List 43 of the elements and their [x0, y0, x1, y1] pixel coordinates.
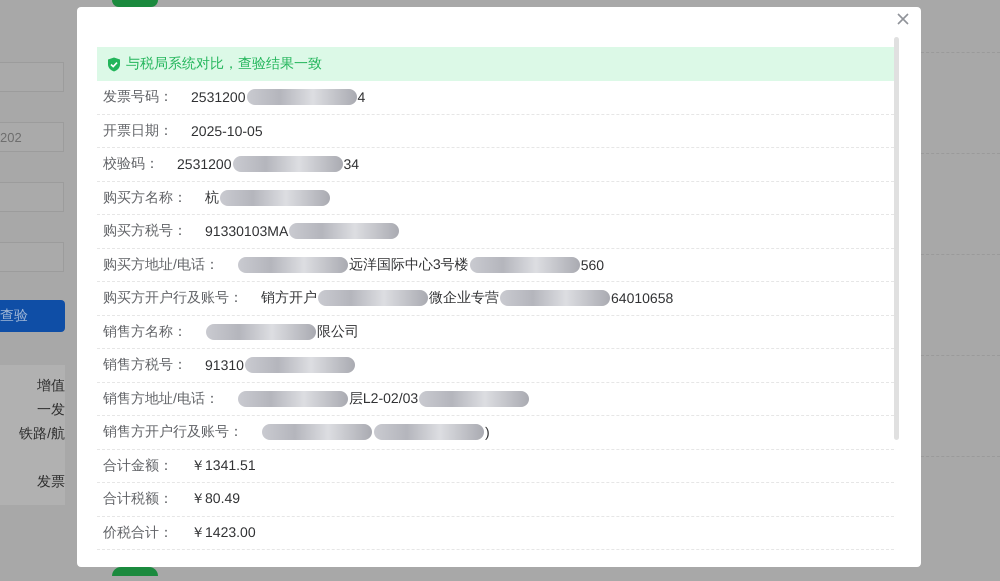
field-value: ￥1341.51 — [191, 456, 256, 475]
field-label: 合计金额： — [103, 456, 173, 475]
input-field[interactable]: 202 — [0, 122, 64, 152]
shield-check-icon — [107, 56, 121, 72]
field-value: 64010658 — [611, 290, 674, 306]
panel-text: 增值 — [36, 376, 65, 395]
field-value: 限公司 — [317, 322, 359, 341]
field-value: 远洋国际中心3号楼 — [348, 256, 469, 274]
field-value: 层L2-02/03 — [348, 390, 418, 408]
status-tag — [112, 0, 158, 7]
field-value: 4 — [358, 89, 366, 106]
field-label: 校验码： — [103, 155, 159, 174]
field-value: 91330103MA — [205, 223, 288, 240]
field-label: 销售方开户行及账号： — [103, 423, 243, 442]
field-value: 微企业专营 — [429, 289, 499, 308]
field-label: 价税合计： — [103, 524, 173, 542]
field-value: 2531200 — [191, 89, 246, 106]
field-value: 91310 — [205, 357, 244, 374]
alert-text: 与税局系统对比，查验结果一致 — [126, 55, 322, 73]
field-value: 560 — [580, 256, 604, 273]
field-value: 34 — [344, 156, 360, 172]
field-value: ) — [485, 424, 490, 440]
field-label: 购买方税号： — [103, 222, 187, 240]
field-label: 销售方名称： — [103, 322, 187, 341]
field-label: 合计税额： — [103, 490, 173, 508]
field-value: 销方开户 — [261, 289, 317, 308]
panel-text: 发票 — [36, 472, 65, 491]
field-value: ￥80.49 — [191, 490, 240, 508]
panel-text: 铁路/航 — [18, 424, 65, 443]
field-value: ￥1423.00 — [191, 524, 256, 542]
verify-button[interactable]: 查验 — [0, 300, 65, 332]
field-value: 2025-10-05 — [191, 122, 263, 139]
field-label: 购买方地址/电话： — [103, 256, 219, 274]
field-label: 购买方名称： — [103, 188, 187, 207]
field-label: 销售方地址/电话： — [103, 390, 219, 408]
field-label: 发票号码： — [103, 88, 173, 106]
status-tag — [112, 567, 158, 576]
panel-text: 一发 — [36, 400, 65, 419]
field-label: 销售方税号： — [103, 356, 187, 374]
field-label: 开票日期： — [103, 122, 173, 140]
field-value: 2531200 — [177, 156, 232, 172]
field-value: 杭 — [205, 188, 219, 207]
field-label: 购买方开户行及账号： — [103, 289, 243, 308]
